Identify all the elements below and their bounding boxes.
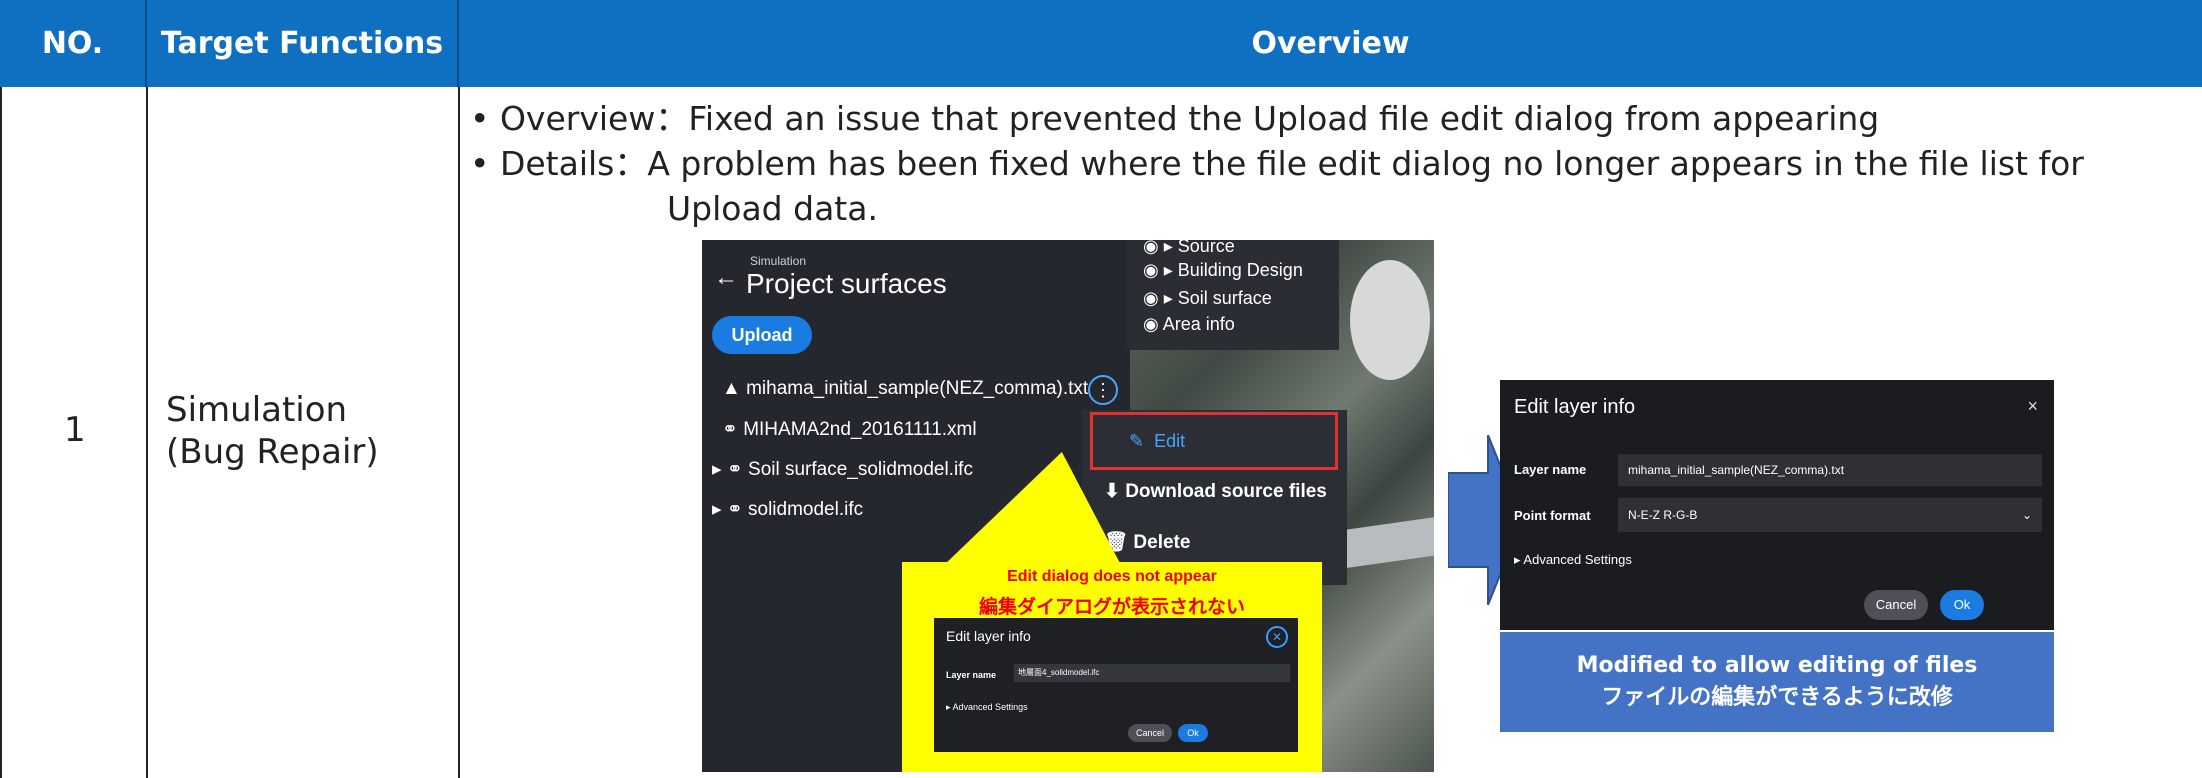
layer-item[interactable]: ◉ ▸ Building Design [1143,260,1303,281]
layer-item[interactable]: ◉ ▸ Source [1143,240,1235,257]
mini-ok-button[interactable]: Ok [1178,724,1208,742]
target-function-line2: (Bug Repair) [166,432,379,472]
header-target-functions: Target Functions [147,0,459,87]
row-number: 1 [64,410,86,450]
ok-button[interactable]: Ok [1940,590,1984,620]
breadcrumb: Simulation [750,254,807,268]
pencil-icon: ✎ [1129,430,1145,451]
target-function-line1: Simulation [166,390,348,430]
details-bullet: • Details：A problem has been fixed where… [470,144,2084,183]
column-divider [0,87,2,778]
column-divider [146,87,148,778]
header-overview: Overview [459,0,2202,87]
upload-button[interactable]: Upload [712,316,812,354]
file-item[interactable]: ▸ ⚭ solidmodel.ifc [712,498,863,521]
layer-name-field[interactable]: mihama_initial_sample(NEZ_comma).txt [1618,454,2042,486]
advanced-settings-toggle[interactable]: ▸ Advanced Settings [1514,552,1632,568]
edit-layer-dialog: Edit layer info × Layer name mihama_init… [1500,380,2054,630]
mini-layer-name-label: Layer name [946,670,997,680]
details-continuation: Upload data. [667,189,878,228]
fix-note: Modified to allow editing of files ファイルの… [1500,632,2054,732]
before-screenshot: ◉ ▸ Source ◉ ▸ Building Design ◉ ▸ Soil … [702,240,1434,772]
header-no: NO. [0,0,147,87]
mini-layer-name-field[interactable]: 地層面4_solidmodel.ifc [1014,664,1290,682]
cancel-button[interactable]: Cancel [1864,590,1928,620]
column-divider [458,87,460,778]
overview-text: • Overview：Fixed an issue that prevented… [470,96,2084,231]
close-icon[interactable]: × [2027,396,2038,417]
mini-dialog-title: Edit layer info [946,628,1031,644]
layer-item[interactable]: ◉ ▸ Soil surface [1143,288,1272,309]
dialog-title: Edit layer info [1514,396,1636,418]
fix-note-en: Modified to allow editing of files [1576,653,1978,678]
more-options-icon[interactable]: ⋮ [1088,375,1118,405]
callout-text-en: Edit dialog does not appear [1007,568,1217,585]
fix-note-ja: ファイルの編集ができるように改修 [1601,685,1953,710]
point-format-label: Point format [1514,508,1591,523]
chevron-down-icon: ⌄ [2021,508,2032,522]
file-item[interactable]: ▲ mihama_initial_sample(NEZ_comma).txt [722,378,1088,400]
mini-cancel-button[interactable]: Cancel [1128,724,1172,742]
callout-text-ja: 編集ダイアログが表示されない [978,597,1245,618]
layer-panel: ◉ ▸ Source ◉ ▸ Building Design ◉ ▸ Soil … [1127,240,1339,350]
map-tank [1350,260,1430,380]
page-title: Project surfaces [746,268,947,299]
close-icon[interactable]: ✕ [1266,626,1288,648]
mini-advanced-settings[interactable]: ▸ Advanced Settings [946,702,1028,713]
layer-item[interactable]: ◉ Area info [1143,314,1235,335]
file-item[interactable]: ▸ ⚭ Soil surface_solidmodel.ifc [712,458,973,481]
overview-bullet: • Overview：Fixed an issue that prevented… [470,99,1880,138]
layer-name-label: Layer name [1514,462,1587,477]
point-format-select[interactable]: N-E-Z R-G-B ⌄ [1618,498,2042,532]
point-format-value: N-E-Z R-G-B [1628,508,1698,522]
back-arrow-icon[interactable]: ← [714,264,738,292]
mini-edit-dialog: Edit layer info ✕ Layer name 地層面4_solidm… [934,618,1298,752]
file-item[interactable]: ⚭ MIHAMA2nd_20161111.xml [722,418,977,441]
